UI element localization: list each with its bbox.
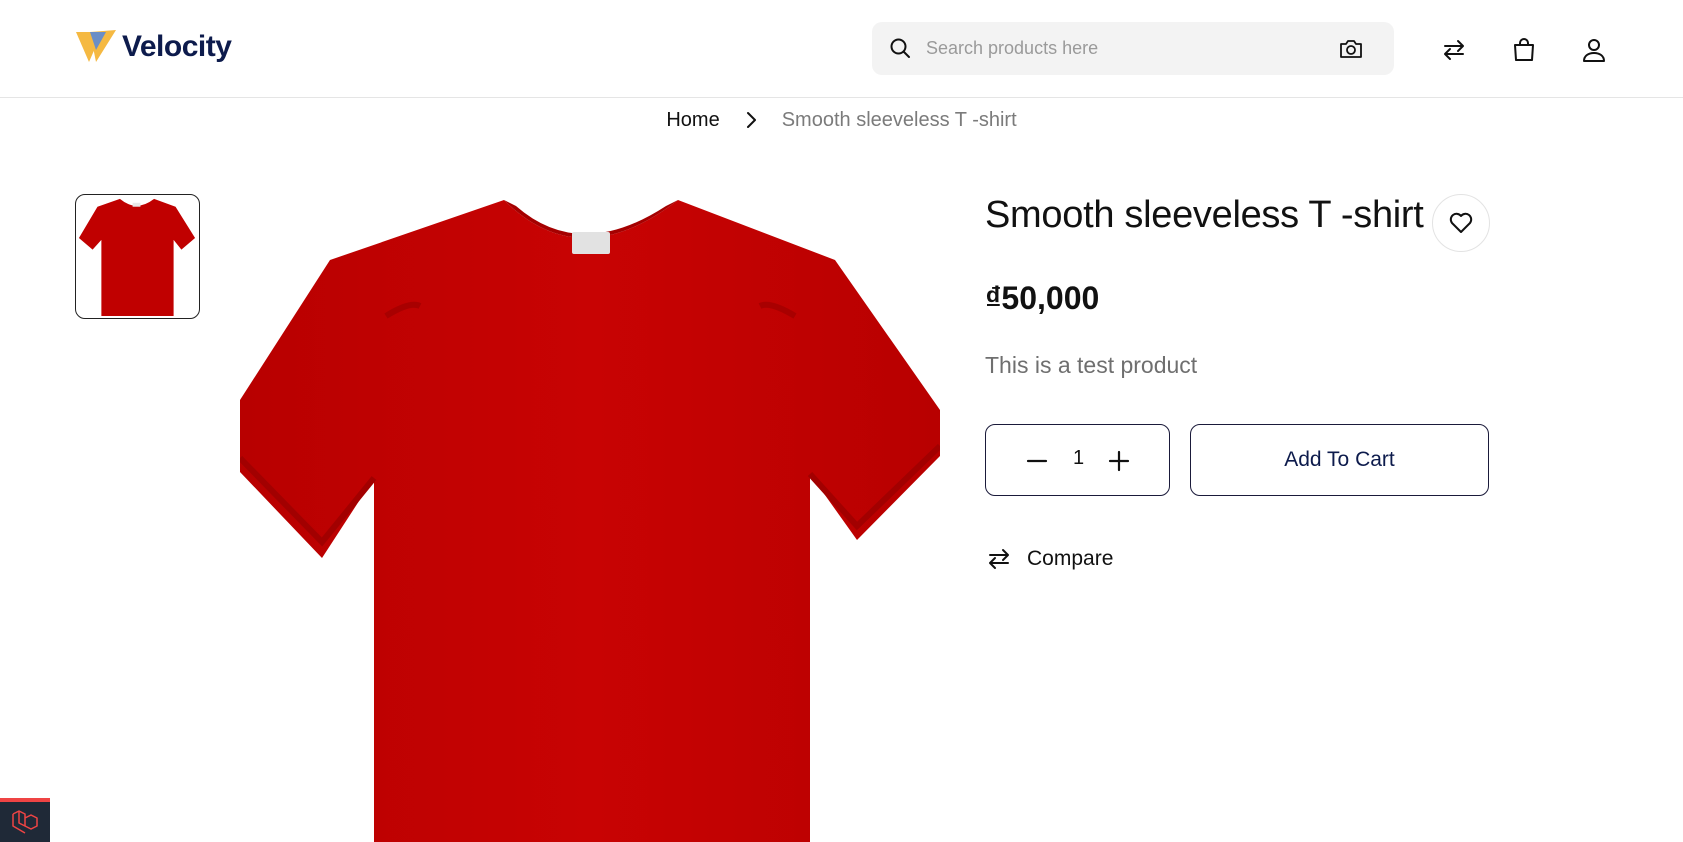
user-icon[interactable] [1580, 36, 1608, 64]
product-main-image[interactable] [240, 196, 940, 842]
compare-arrows-icon[interactable] [1440, 36, 1468, 64]
product-description: This is a test product [985, 352, 1198, 378]
camera-icon[interactable] [1338, 37, 1364, 61]
wishlist-button[interactable] [1432, 194, 1490, 252]
tshirt-thumbnail-image [78, 198, 196, 317]
debug-bar-toggle[interactable] [0, 798, 50, 842]
breadcrumb: Home Smooth sleeveless T -shirt [0, 104, 1683, 136]
heart-icon [1449, 212, 1473, 233]
product-price: ₫50,000 [985, 280, 1100, 316]
brand-name: Velocity [122, 30, 232, 63]
compare-arrows-icon [989, 549, 1009, 569]
compare-label: Compare [1027, 547, 1114, 570]
site-header: Velocity [0, 0, 1683, 98]
breadcrumb-current: Smooth sleeveless T -shirt [781, 108, 1017, 131]
add-to-cart-button[interactable]: Add To Cart [1190, 424, 1489, 496]
quantity-value[interactable]: 1 [986, 447, 1171, 470]
laravel-icon [12, 810, 38, 834]
product-title: Smooth sleeveless T -shirt [985, 194, 1424, 236]
compare-button[interactable]: Compare [985, 545, 1113, 573]
search-icon[interactable] [888, 36, 912, 60]
breadcrumb-home-link[interactable]: Home [666, 109, 719, 132]
velocity-logo-icon [76, 30, 116, 62]
shopping-bag-icon[interactable] [1510, 36, 1538, 64]
brand-logo[interactable]: Velocity [76, 28, 232, 66]
search-input[interactable] [926, 22, 1326, 75]
chevron-right-icon [746, 112, 756, 128]
search-bar [872, 22, 1394, 75]
quantity-stepper: 1 [985, 424, 1170, 496]
plus-icon[interactable] [1106, 448, 1132, 474]
tshirt-image [240, 200, 940, 842]
product-thumbnail[interactable] [75, 194, 200, 319]
